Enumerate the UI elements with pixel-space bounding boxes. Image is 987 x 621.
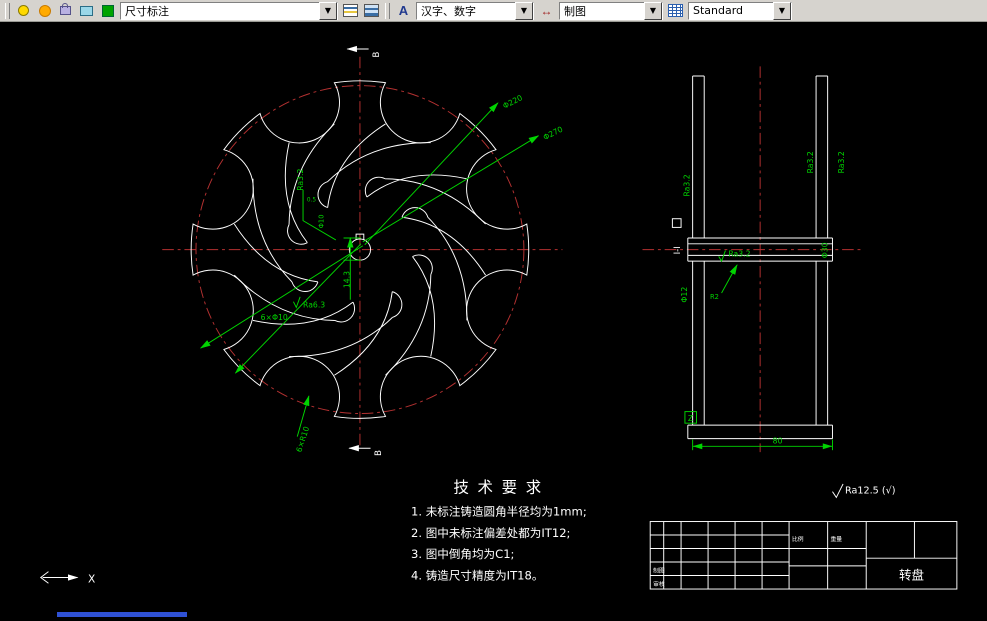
surface-note-check-icon (832, 483, 844, 499)
layer-states-button[interactable] (362, 1, 381, 20)
tech-requirement-item: 4. 铸造尺寸精度为IT18。 (411, 568, 543, 582)
tech-requirement-item: 1. 未标注铸造圆角半径均为1mm; (411, 505, 587, 519)
ucs-icon: X (39, 571, 95, 585)
toolbar-grip[interactable] (5, 2, 10, 19)
layer-states-icon (364, 4, 379, 17)
surface-check-icon (292, 296, 301, 309)
ra32-label: Ra3.2 (296, 169, 305, 191)
layer-on-off-icon[interactable] (14, 1, 33, 20)
datum-label: Z (688, 414, 693, 423)
dim-style-dropdown-icon[interactable]: ▼ (773, 1, 791, 20)
rim-top-left (692, 75, 705, 239)
holes-label: 6×Φ10 (261, 313, 288, 322)
section-name-label: I-I (673, 246, 683, 254)
bore-tolerance-label: 0.5 (307, 197, 317, 203)
layer-combo-dropdown-icon[interactable]: ▼ (319, 1, 337, 20)
text-style-combo[interactable]: 汉字、数字 ▼ (416, 1, 534, 20)
title-block-label: 制图 (653, 567, 665, 575)
title-block-cols-right (866, 521, 957, 559)
ra32-right-outer-label: Ra3.2 (837, 151, 846, 173)
ra32-hub-label: Ra3.2 (728, 249, 750, 258)
tech-requirements: 技术要求 1. 未标注铸造圆角半径均为1mm; 2. 图中未标注偏差处都为IT1… (411, 479, 587, 583)
section-b-label-bottom: B (374, 450, 384, 456)
dim-layer-dropdown-icon[interactable]: ▼ (644, 1, 662, 20)
bore-label: Φ10 (317, 214, 325, 228)
dim-style-combo[interactable]: Standard ▼ (688, 1, 792, 20)
dim-layer-button[interactable]: ↔ (537, 1, 556, 20)
phi270-label: Φ270 (542, 125, 565, 142)
ra63-label: Ra6.3 (303, 300, 325, 309)
title-block: 制图 审核 比例 重量 转盘 (649, 521, 958, 590)
title-block-label: 审核 (653, 580, 665, 588)
dimension-icon: ↔ (540, 3, 553, 18)
r2-leader (721, 264, 738, 294)
tech-requirement-item: 2. 图中未标注偏差处都为IT12; (411, 526, 570, 540)
holes-leader-2 (234, 243, 362, 374)
layer-lock-icon[interactable] (56, 1, 75, 20)
ucs-x-label: X (88, 573, 95, 585)
phi270-leader (362, 135, 540, 243)
sun-icon (38, 4, 51, 17)
layer-freeze-icon[interactable] (35, 1, 54, 20)
title-block-label: 重量 (831, 535, 843, 543)
part-name: 转盘 (899, 567, 924, 582)
dim-layer-combo[interactable]: 制图 ▼ (559, 1, 663, 20)
dim-style-button[interactable] (666, 1, 685, 20)
tech-requirement-item: 3. 图中倒角均为C1; (411, 547, 514, 561)
cad-application-window: 尺寸标注 ▼ A 汉字、数字 ▼ ↔ 制图 ▼ Standard ▼ Φ220 … (0, 0, 987, 617)
layers-manager-button[interactable] (341, 1, 360, 20)
title-block-cols-mid (789, 521, 867, 590)
toolbar: 尺寸标注 ▼ A 汉字、数字 ▼ ↔ 制图 ▼ Standard ▼ (0, 0, 987, 22)
phi12-label: Φ12 (680, 287, 689, 303)
dim80-label: 80 (773, 436, 783, 445)
tech-requirements-title: 技术要求 (453, 479, 549, 497)
dim-layer-combo-value: 制图 (564, 4, 586, 18)
key-dim-label: 14.3 (342, 271, 351, 288)
rim-top-right (815, 75, 829, 239)
bulb-icon (18, 5, 29, 16)
layers-icon (343, 4, 358, 17)
phi30-label: Φ30 (821, 242, 830, 258)
dim80-arrow-left (692, 443, 703, 450)
table-grid-icon (668, 4, 683, 17)
layer-combo-value: 尺寸标注 (125, 4, 169, 18)
title-block-label: 比例 (792, 535, 804, 543)
dim-style-combo-value: Standard (693, 4, 744, 17)
lock-icon (60, 3, 71, 15)
surface-note: Ra12.5 (√) (832, 483, 896, 499)
drawing-canvas[interactable]: Φ220 Φ270 Ra6.3 6×Φ10 6×R10 Ra3.2 0.5 Φ1… (0, 22, 987, 617)
title-block-rows (650, 534, 790, 577)
phi220-label: Φ220 (501, 93, 524, 110)
view-marker-box (671, 218, 682, 228)
ra32-right-inner-label: Ra3.2 (806, 151, 815, 173)
dim80-arrow-right (822, 443, 833, 450)
layer-combo[interactable]: 尺寸标注 ▼ (120, 1, 338, 20)
taskbar-fragment (57, 612, 187, 617)
layer-plot-icon[interactable] (77, 1, 96, 20)
title-block-cols-left (663, 521, 790, 590)
section-b-label-top: B (372, 52, 382, 58)
geneva-wheel-view: Φ220 Φ270 Ra6.3 6×Φ10 6×R10 Ra3.2 0.5 Φ1… (162, 45, 565, 456)
surface-note-label: Ra12.5 (√) (845, 486, 896, 497)
drawing-svg: Φ220 Φ270 Ra6.3 6×Φ10 6×R10 Ra3.2 0.5 Φ1… (39, 45, 958, 590)
r10-label: 6×R10 (294, 425, 311, 453)
text-style-button[interactable]: A (394, 1, 413, 20)
section-view: Ra3.2 Ra3.2 Ra3.2 Ra3.2 Φ30 Φ12 R2 80 Z … (642, 66, 865, 453)
text-style-combo-value: 汉字、数字 (421, 4, 476, 18)
r2-label: R2 (710, 293, 719, 301)
text-style-dropdown-icon[interactable]: ▼ (515, 1, 533, 20)
text-style-a-icon: A (398, 3, 409, 18)
ra32-left-label: Ra3.2 (683, 174, 692, 196)
holes-leader (199, 245, 364, 349)
monitor-icon (80, 5, 93, 16)
layer-color-button[interactable] (98, 1, 117, 20)
toolbar-grip-2[interactable] (385, 2, 390, 19)
layer-color-chip-icon (101, 4, 114, 17)
